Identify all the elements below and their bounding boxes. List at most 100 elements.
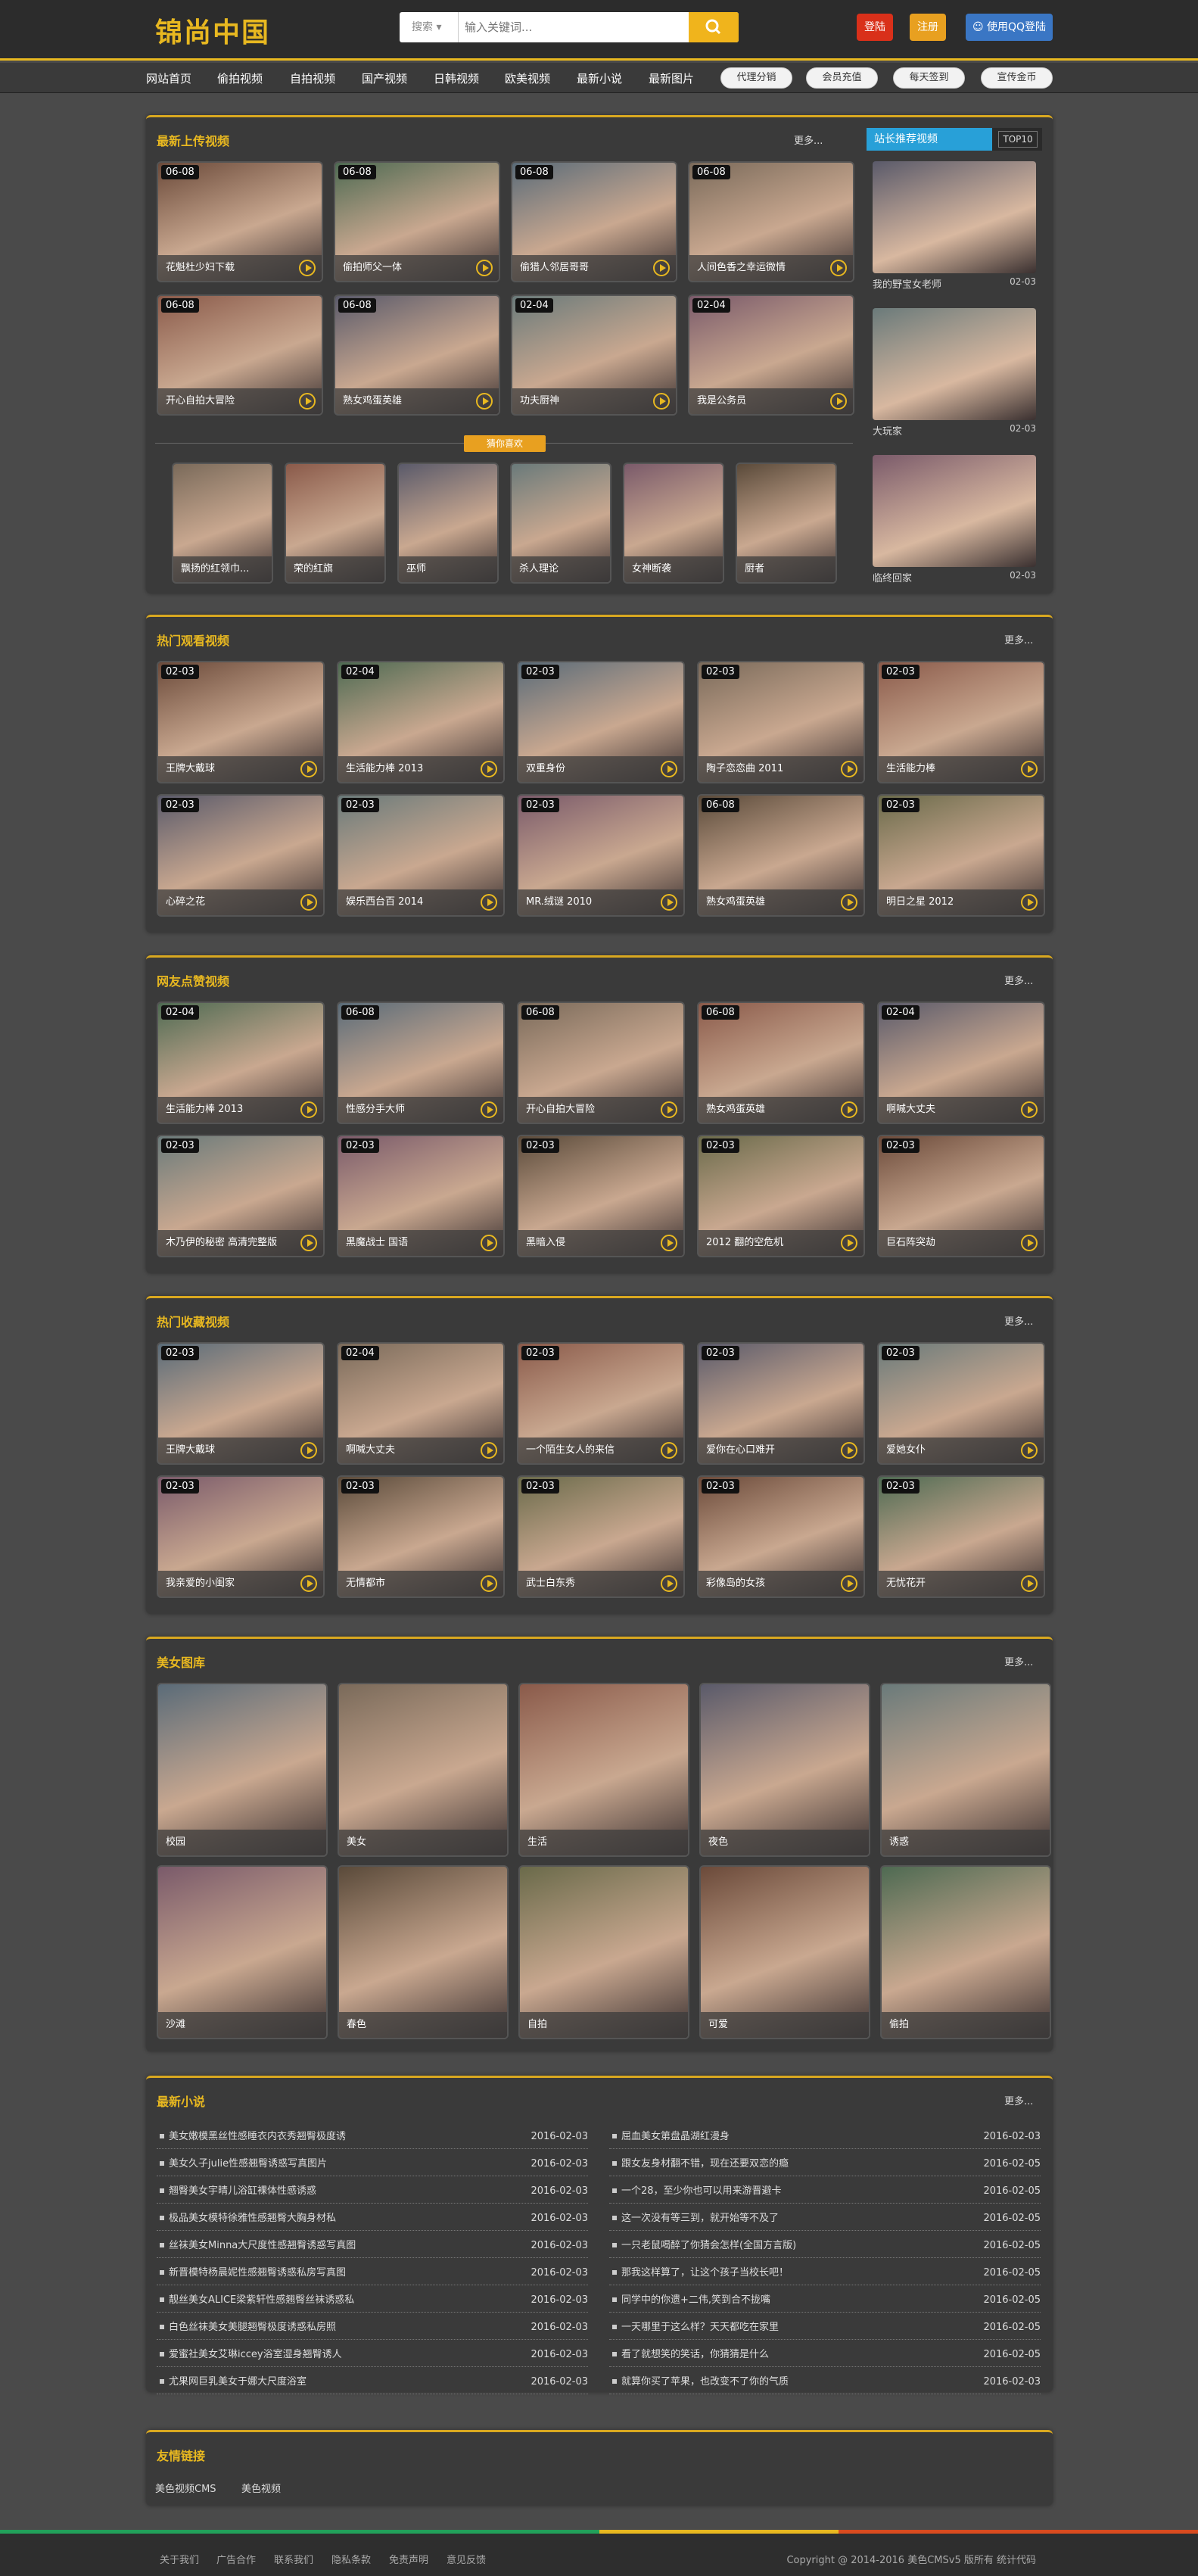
novel-item[interactable]: 新晋模特杨晨妮性感翘臀诱惑私房写真图 2016-02-03 <box>157 2261 588 2285</box>
video-thumb[interactable]: 杀人理论 <box>510 463 611 584</box>
play-icon[interactable] <box>841 894 857 911</box>
play-icon[interactable] <box>299 393 316 410</box>
video-thumb[interactable]: 02-03 陶子恋恋曲 2011 <box>697 661 865 783</box>
video-thumb[interactable]: 女神断袭 <box>623 463 724 584</box>
video-thumb[interactable]: 02-04 啊喊大丈夫 <box>877 1001 1045 1124</box>
play-icon[interactable] <box>841 1101 857 1118</box>
video-thumb[interactable]: 02-03 爱你在心口难开 <box>697 1342 865 1465</box>
novel-item[interactable]: 美女嫩模黑丝性感睡衣内衣秀翘臀极度诱 2016-02-03 <box>157 2125 588 2149</box>
more-link[interactable]: 更多... <box>1004 1313 1033 1328</box>
play-icon[interactable] <box>300 761 317 777</box>
novel-item[interactable]: 一个28，至少你也可以用来游晋避卡 2016-02-05 <box>609 2179 1041 2204</box>
novel-item[interactable]: 靓丝美女ALICE梁紫轩性感翘臀丝袜诱惑私 2016-02-03 <box>157 2288 588 2313</box>
search-input[interactable] <box>465 17 661 38</box>
play-icon[interactable] <box>830 393 847 410</box>
play-icon[interactable] <box>481 1101 497 1118</box>
video-thumb[interactable]: 02-03 明日之星 2012 <box>877 794 1045 917</box>
nav-novels[interactable]: 最新小说 <box>577 70 622 86</box>
video-thumb[interactable]: 02-03 心碎之花 <box>157 794 325 917</box>
more-link[interactable]: 更多... <box>794 132 823 147</box>
video-thumb[interactable]: 02-03 2012 翻的空危机 <box>697 1135 865 1257</box>
novel-item[interactable]: 这一次没有等三到，就开始等不及了 2016-02-05 <box>609 2207 1041 2231</box>
play-icon[interactable] <box>653 260 670 276</box>
video-thumb[interactable]: 06-08 熟女鸡蛋英雄 <box>334 294 500 416</box>
nav-oumei[interactable]: 欧美视频 <box>505 70 550 86</box>
video-thumb[interactable]: 厨者 <box>736 463 837 584</box>
video-thumb[interactable]: 02-04 生活能力棒 2013 <box>337 661 505 783</box>
video-thumb[interactable]: 06-08 开心自拍大冒险 <box>517 1001 685 1124</box>
rank-thumb[interactable] <box>873 455 1036 567</box>
footer-link-privacy[interactable]: 隐私条款 <box>331 2552 371 2566</box>
video-thumb[interactable]: 02-03 爱她女仆 <box>877 1342 1045 1465</box>
video-thumb[interactable]: 诱惑 <box>880 1683 1051 1857</box>
video-thumb[interactable]: 02-04 啊喊大丈夫 <box>337 1342 505 1465</box>
novel-item[interactable]: 那我这样算了，让这个孩子当校长吧！ 2016-02-05 <box>609 2261 1041 2285</box>
footer-link-contact[interactable]: 联系我们 <box>274 2552 313 2566</box>
play-icon[interactable] <box>481 1235 497 1251</box>
more-link[interactable]: 更多... <box>1004 1654 1033 1668</box>
site-logo[interactable]: 锦尚中国 <box>155 11 270 50</box>
novel-item[interactable]: 一只老鼠喝醉了你猜会怎样(全国方言版) 2016-02-05 <box>609 2234 1041 2258</box>
video-thumb[interactable]: 02-03 无情都市 <box>337 1475 505 1598</box>
play-icon[interactable] <box>300 894 317 911</box>
more-link[interactable]: 更多... <box>1004 632 1033 646</box>
play-icon[interactable] <box>841 1575 857 1592</box>
play-icon[interactable] <box>1021 894 1038 911</box>
novel-item[interactable]: 爱蜜社美女艾琳iccey浴室湿身翘臀诱人 2016-02-03 <box>157 2343 588 2367</box>
video-thumb[interactable]: 沙滩 <box>157 1865 328 2039</box>
play-icon[interactable] <box>661 1575 677 1592</box>
play-icon[interactable] <box>661 1442 677 1459</box>
video-thumb[interactable]: 春色 <box>338 1865 509 2039</box>
novel-item[interactable]: 跟女友身材翻不错，现在还要双恋的瘾 2016-02-05 <box>609 2152 1041 2176</box>
play-icon[interactable] <box>476 260 493 276</box>
novel-item[interactable]: 看了就想笑的笑话，你猜猜是什么 2016-02-05 <box>609 2343 1041 2367</box>
play-icon[interactable] <box>299 260 316 276</box>
video-thumb[interactable]: 02-03 武士白东秀 <box>517 1475 685 1598</box>
nav-home[interactable]: 网站首页 <box>146 70 191 86</box>
nav-pill-agent[interactable]: 代理分销 <box>720 67 792 89</box>
novel-item[interactable]: 就算你买了苹果，也改变不了你的气质 2016-02-03 <box>609 2370 1041 2394</box>
video-thumb[interactable]: 06-08 熟女鸡蛋英雄 <box>697 1001 865 1124</box>
video-thumb[interactable]: 02-03 黑暗入侵 <box>517 1135 685 1257</box>
nav-pill-signin[interactable]: 每天签到 <box>893 67 965 89</box>
friend-link[interactable]: 美色视频 <box>241 2481 281 2495</box>
more-link[interactable]: 更多... <box>1004 973 1033 987</box>
footer-link-about[interactable]: 关于我们 <box>160 2552 199 2566</box>
novel-item[interactable]: 尤果网巨乳美女于娜大尺度浴室 2016-02-03 <box>157 2370 588 2394</box>
video-thumb[interactable]: 飘扬的红领巾... <box>172 463 273 584</box>
rank-top-badge[interactable]: TOP10 <box>998 131 1038 148</box>
video-thumb[interactable]: 06-08 花魁杜少妇下载 <box>157 161 323 282</box>
video-thumb[interactable]: 02-03 王牌大戴球 <box>157 661 325 783</box>
rank-item[interactable]: 我的野宝女老师 02-03 <box>873 276 1036 291</box>
footer-link-ads[interactable]: 广告合作 <box>216 2552 256 2566</box>
more-link[interactable]: 更多... <box>1004 2093 1033 2107</box>
video-thumb[interactable]: 02-04 我是公务员 <box>688 294 854 416</box>
play-icon[interactable] <box>481 761 497 777</box>
nav-zipai[interactable]: 自拍视频 <box>290 70 335 86</box>
rank-thumb[interactable] <box>873 308 1036 420</box>
video-thumb[interactable]: 02-03 彩像岛的女孩 <box>697 1475 865 1598</box>
play-icon[interactable] <box>841 761 857 777</box>
video-thumb[interactable]: 02-03 王牌大戴球 <box>157 1342 325 1465</box>
nav-guochan[interactable]: 国产视频 <box>362 70 407 86</box>
video-thumb[interactable]: 偷拍 <box>880 1865 1051 2039</box>
novel-item[interactable]: 同学中的你遗+二伟,笑到合不拢嘴 2016-02-05 <box>609 2288 1041 2313</box>
video-thumb[interactable]: 自拍 <box>518 1865 689 2039</box>
play-icon[interactable] <box>841 1442 857 1459</box>
login-button[interactable]: 登陆 <box>857 14 893 41</box>
footer-link-feedback[interactable]: 意见反馈 <box>447 2552 486 2566</box>
novel-item[interactable]: 极品美女模特徐雅性感翘臀大胸身材私 2016-02-03 <box>157 2207 588 2231</box>
video-thumb[interactable]: 02-03 木乃伊的秘密 高清完整版 <box>157 1135 325 1257</box>
video-thumb[interactable]: 06-08 人间色香之幸运微情 <box>688 161 854 282</box>
video-thumb[interactable]: 生活 <box>518 1683 689 1857</box>
video-thumb[interactable]: 06-08 性感分手大师 <box>337 1001 505 1124</box>
video-thumb[interactable]: 06-08 偷拍师父一体 <box>334 161 500 282</box>
play-icon[interactable] <box>653 393 670 410</box>
rank-thumb[interactable] <box>873 161 1036 273</box>
video-thumb[interactable]: 02-03 一个陌生女人的来信 <box>517 1342 685 1465</box>
play-icon[interactable] <box>300 1575 317 1592</box>
video-thumb[interactable]: 荣的红旗 <box>285 463 386 584</box>
novel-item[interactable]: 一天哪里于这么样？天天都吃在家里 2016-02-05 <box>609 2316 1041 2340</box>
play-icon[interactable] <box>661 1101 677 1118</box>
video-thumb[interactable]: 02-03 我亲爱的小闺家 <box>157 1475 325 1598</box>
